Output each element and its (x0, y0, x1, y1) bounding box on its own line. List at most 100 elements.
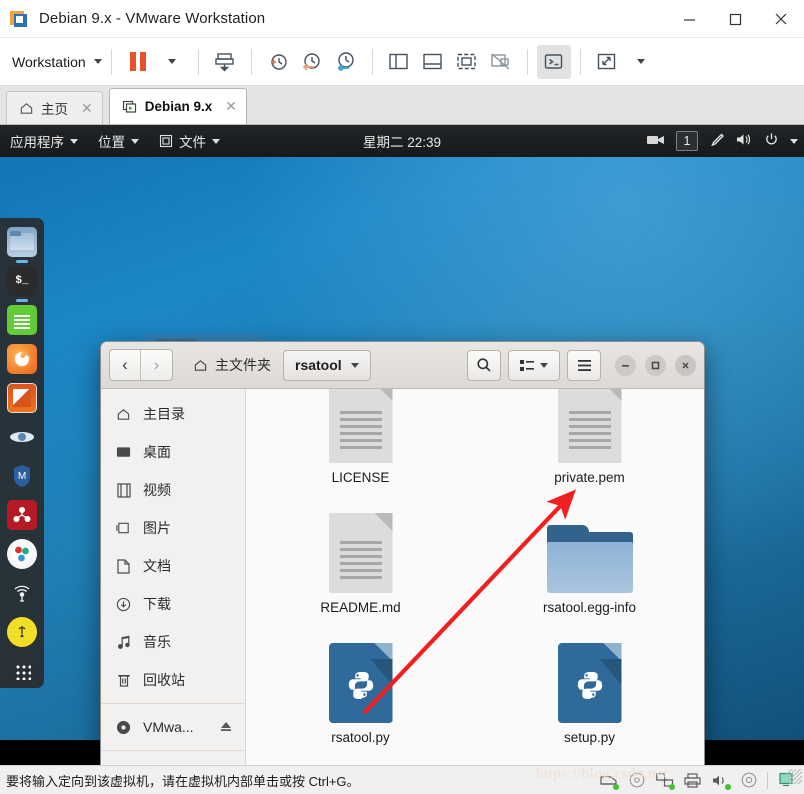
window-minimize-button[interactable] (615, 354, 636, 376)
breadcrumb-home[interactable]: 主文件夹 (187, 355, 277, 375)
file-item-private-pem[interactable]: private.pem (475, 389, 704, 507)
file-item-setup-py[interactable]: setup.py (475, 637, 704, 765)
sidebar-item-home[interactable]: 主目录 (101, 395, 245, 433)
file-manager-body: 主目录 桌面 视频 图片 文档 下载 音乐 回收站 VMwa... LICENS… (101, 389, 704, 765)
close-icon[interactable]: ✕ (225, 98, 237, 115)
workstation-menu-button[interactable]: Workstation (12, 54, 102, 70)
file-item-rsatool-py[interactable]: rsatool.py (246, 637, 475, 765)
stretch-guest-button[interactable] (590, 45, 624, 79)
panel-tray: 1 (647, 131, 798, 151)
pictures-icon (115, 521, 132, 535)
file-item-readme-md[interactable]: README.md (246, 507, 475, 637)
cd-dvd-icon[interactable] (627, 772, 646, 789)
window-maximize-button[interactable] (645, 354, 666, 376)
dock-item-terminal[interactable]: $_ (7, 266, 37, 302)
menu-applications[interactable]: 应用程序 (0, 125, 88, 157)
resize-grip[interactable] (787, 769, 802, 784)
sidebar-item-pictures[interactable]: 图片 (101, 509, 245, 547)
pause-vm-button[interactable] (121, 45, 155, 79)
sound-card-icon[interactable] (711, 772, 731, 790)
minimize-icon[interactable] (666, 0, 712, 38)
pause-icon (129, 52, 146, 71)
hard-disk-icon[interactable] (599, 772, 619, 790)
unity-mode-button[interactable] (484, 45, 518, 79)
music-icon (115, 635, 132, 650)
stretch-dropdown-button[interactable] (624, 45, 658, 79)
file-manager-content-area[interactable]: LICENSE private.pem README.md rsatool.eg… (246, 389, 704, 765)
maximize-icon[interactable] (712, 0, 758, 38)
window-title: Debian 9.x - VMware Workstation (39, 10, 266, 27)
back-chevron-icon[interactable]: ‹ (110, 350, 141, 380)
status-device-icons (599, 771, 804, 790)
menu-places-label: 位置 (98, 135, 125, 150)
file-item-label: rsatool.egg-info (542, 600, 637, 615)
file-item-license[interactable]: LICENSE (246, 389, 475, 507)
pause-dropdown-button[interactable] (155, 45, 189, 79)
dock-item-aircrack[interactable] (7, 578, 37, 608)
forward-chevron-icon[interactable]: › (141, 350, 172, 380)
workspace-indicator[interactable]: 1 (676, 131, 698, 151)
snapshot-manager-icon (337, 51, 354, 71)
snapshot-manager-button[interactable] (329, 45, 363, 79)
terminal-icon (544, 54, 563, 69)
file-grid: LICENSE private.pem README.md rsatool.eg… (246, 389, 704, 765)
file-item-rsatool-egg-info[interactable]: rsatool.egg-info (475, 507, 704, 637)
menu-button[interactable] (567, 349, 601, 381)
show-thumbnail-bar-button[interactable] (416, 45, 450, 79)
sidebar-item-desktop[interactable]: 桌面 (101, 433, 245, 471)
view-mode-button[interactable] (508, 349, 560, 381)
dock-item-firefox[interactable] (7, 344, 37, 374)
dock-item-files[interactable] (7, 227, 37, 263)
show-sidebar-button[interactable] (382, 45, 416, 79)
sidebar-item-vmware-tools[interactable]: VMwa... (101, 708, 245, 746)
document-file-icon (557, 389, 622, 463)
sidebar-item-music[interactable]: 音乐 (101, 623, 245, 661)
menu-places[interactable]: 位置 (88, 125, 149, 157)
menu-files-label: 文件 (179, 135, 206, 150)
toolbar-separator (197, 48, 199, 75)
close-icon[interactable] (758, 0, 804, 38)
tab-debian[interactable]: Debian 9.x ✕ (108, 88, 247, 124)
dock-item-wireshark[interactable] (7, 422, 37, 452)
dock-item-beef[interactable] (7, 617, 37, 647)
dock-item-burpsuite[interactable] (7, 500, 37, 530)
volume-icon[interactable] (736, 132, 753, 150)
dock-item-show-applications[interactable] (7, 656, 37, 686)
search-icon (477, 358, 491, 372)
sidebar-item-other-locations[interactable]: 其他位置 (101, 755, 245, 765)
menu-files-app[interactable]: 文件 (149, 125, 230, 157)
system-menu-chevron-icon[interactable] (790, 138, 798, 144)
file-manager-header-bar: ‹ › 主文件夹 rsatool (101, 342, 704, 389)
dock-item-zenmap[interactable] (7, 539, 37, 569)
printer-icon[interactable] (683, 772, 702, 789)
breadcrumb-current-folder[interactable]: rsatool (283, 349, 371, 381)
sidebar-item-videos[interactable]: 视频 (101, 471, 245, 509)
manage-snapshot-button[interactable] (208, 45, 242, 79)
eject-icon[interactable] (219, 720, 233, 735)
dock-item-gimp[interactable] (7, 383, 37, 413)
sidebar-item-documents[interactable]: 文档 (101, 547, 245, 585)
usb-device-icon[interactable] (739, 772, 758, 789)
sidebar-item-label: 回收站 (143, 672, 185, 688)
take-snapshot-button[interactable] (261, 45, 295, 79)
full-screen-button[interactable] (450, 45, 484, 79)
sidebar-item-label: 文档 (143, 558, 171, 574)
window-close-button[interactable] (675, 354, 696, 376)
panel-clock[interactable]: 星期二 22:39 (363, 131, 441, 151)
close-icon[interactable]: ✕ (81, 100, 93, 117)
dock-item-metasploit[interactable]: M (7, 461, 37, 491)
screencast-icon[interactable] (647, 133, 665, 150)
power-icon[interactable] (764, 132, 779, 150)
menu-applications-label: 应用程序 (10, 135, 64, 150)
console-view-button[interactable] (536, 44, 571, 79)
search-button[interactable] (467, 349, 501, 381)
tab-home[interactable]: 主页 ✕ (6, 91, 103, 124)
revert-snapshot-button[interactable] (295, 45, 329, 79)
file-manager-window[interactable]: ‹ › 主文件夹 rsatool 主目录 桌面 视频 图片 文档 下载 音乐 回… (100, 341, 705, 765)
sidebar-item-trash[interactable]: 回收站 (101, 661, 245, 699)
vm-guest-screen[interactable]: 应用程序 位置 文件 星期二 22:39 1 $_ M ‹ › 主文件夹 rsa… (0, 125, 804, 765)
pen-tablet-icon[interactable] (709, 132, 725, 151)
dock-item-text-editor[interactable] (7, 305, 37, 335)
network-adapter-icon[interactable] (655, 772, 675, 790)
sidebar-item-downloads[interactable]: 下载 (101, 585, 245, 623)
